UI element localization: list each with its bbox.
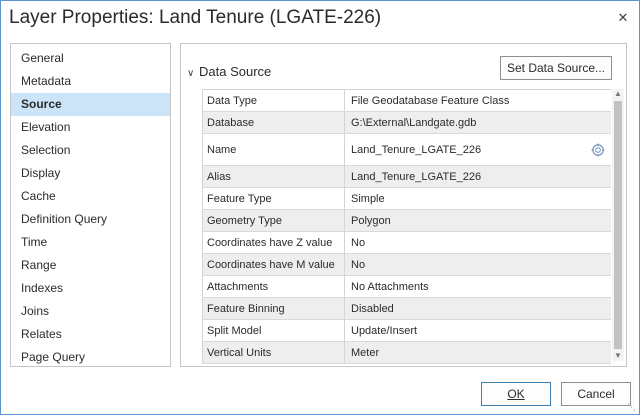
property-value[interactable]: Disabled — [345, 298, 611, 319]
window-title: Layer Properties: Land Tenure (LGATE-226… — [9, 7, 382, 28]
sidebar-item-metadata[interactable]: Metadata — [11, 70, 170, 93]
title-bar: Layer Properties: Land Tenure (LGATE-226… — [1, 1, 639, 37]
sidebar-item-cache[interactable]: Cache — [11, 185, 170, 208]
property-key: Name — [203, 134, 345, 165]
property-key: Geometry Type — [203, 210, 345, 231]
sidebar-item-range[interactable]: Range — [11, 254, 170, 277]
layer-properties-dialog: Layer Properties: Land Tenure (LGATE-226… — [0, 0, 640, 415]
property-key: Vertical Units — [203, 342, 345, 363]
property-key: Data Type — [203, 90, 345, 111]
table-row: Data Type File Geodatabase Feature Class — [203, 90, 611, 112]
property-page-list: General Metadata Source Elevation Select… — [10, 43, 171, 367]
property-value[interactable]: No — [345, 232, 611, 253]
locate-icon[interactable] — [591, 143, 605, 157]
sidebar-item-definition-query[interactable]: Definition Query — [11, 208, 170, 231]
sidebar-item-source[interactable]: Source — [11, 93, 170, 116]
table-row: Coordinates have M value No — [203, 254, 611, 276]
property-key: Coordinates have Z value — [203, 232, 345, 253]
table-row: Alias Land_Tenure_LGATE_226 — [203, 166, 611, 188]
table-row: Split Model Update/Insert — [203, 320, 611, 342]
property-key: Attachments — [203, 276, 345, 297]
property-value[interactable]: No — [345, 254, 611, 275]
table-row: Coordinates have Z value No — [203, 232, 611, 254]
scrollbar-thumb[interactable] — [614, 101, 622, 349]
property-value[interactable]: Meter — [345, 342, 611, 363]
property-key: Coordinates have M value — [203, 254, 345, 275]
close-icon[interactable]: ✕ — [611, 7, 635, 29]
vertical-scrollbar[interactable]: ▲ ▼ — [612, 89, 624, 361]
table-row: Database G:\External\Landgate.gdb — [203, 112, 611, 134]
property-value[interactable]: Update/Insert — [345, 320, 611, 341]
table-row: Feature Type Simple — [203, 188, 611, 210]
property-value[interactable]: Land_Tenure_LGATE_226 — [345, 166, 611, 187]
table-row: Feature Binning Disabled — [203, 298, 611, 320]
chevron-down-icon: ∨ — [187, 68, 195, 79]
scroll-down-icon[interactable]: ▼ — [614, 352, 622, 360]
table-row: Attachments No Attachments — [203, 276, 611, 298]
property-key: Feature Binning — [203, 298, 345, 319]
source-page: ∨ Data Source Set Data Source... Data Typ… — [180, 43, 627, 367]
property-value[interactable]: Simple — [345, 188, 611, 209]
section-title: Data Source — [199, 64, 272, 79]
property-value[interactable]: No Attachments — [345, 276, 611, 297]
property-key: Database — [203, 112, 345, 133]
set-data-source-button[interactable]: Set Data Source... — [500, 56, 612, 80]
ok-button-label: OK — [507, 387, 525, 401]
cancel-button[interactable]: Cancel — [561, 382, 631, 406]
sidebar-item-display[interactable]: Display — [11, 162, 170, 185]
sidebar-item-indexes[interactable]: Indexes — [11, 277, 170, 300]
sidebar-item-time[interactable]: Time — [11, 231, 170, 254]
sidebar-item-page-query[interactable]: Page Query — [11, 346, 170, 369]
property-key: Split Model — [203, 320, 345, 341]
property-key: Feature Type — [203, 188, 345, 209]
sidebar-item-elevation[interactable]: Elevation — [11, 116, 170, 139]
table-row: Name Land_Tenure_LGATE_226 — [203, 134, 611, 166]
resize-grip-icon[interactable]: ⋱ — [627, 402, 637, 412]
property-value[interactable]: Polygon — [345, 210, 611, 231]
sidebar-item-selection[interactable]: Selection — [11, 139, 170, 162]
sidebar-item-general[interactable]: General — [11, 47, 170, 70]
sidebar-item-joins[interactable]: Joins — [11, 300, 170, 323]
property-value: Land_Tenure_LGATE_226 — [351, 143, 482, 156]
table-row: Geometry Type Polygon — [203, 210, 611, 232]
scroll-up-icon[interactable]: ▲ — [614, 90, 622, 98]
property-value[interactable]: G:\External\Landgate.gdb — [345, 112, 611, 133]
ok-button[interactable]: OK — [481, 382, 551, 406]
property-key: Alias — [203, 166, 345, 187]
data-source-section-header[interactable]: ∨ Data Source — [187, 64, 271, 79]
sidebar-item-relates[interactable]: Relates — [11, 323, 170, 346]
property-value[interactable]: File Geodatabase Feature Class — [345, 90, 611, 111]
property-value-cell[interactable]: Land_Tenure_LGATE_226 — [345, 134, 611, 165]
table-row: Vertical Units Meter — [203, 342, 611, 364]
properties-grid: Data Type File Geodatabase Feature Class… — [202, 89, 611, 364]
